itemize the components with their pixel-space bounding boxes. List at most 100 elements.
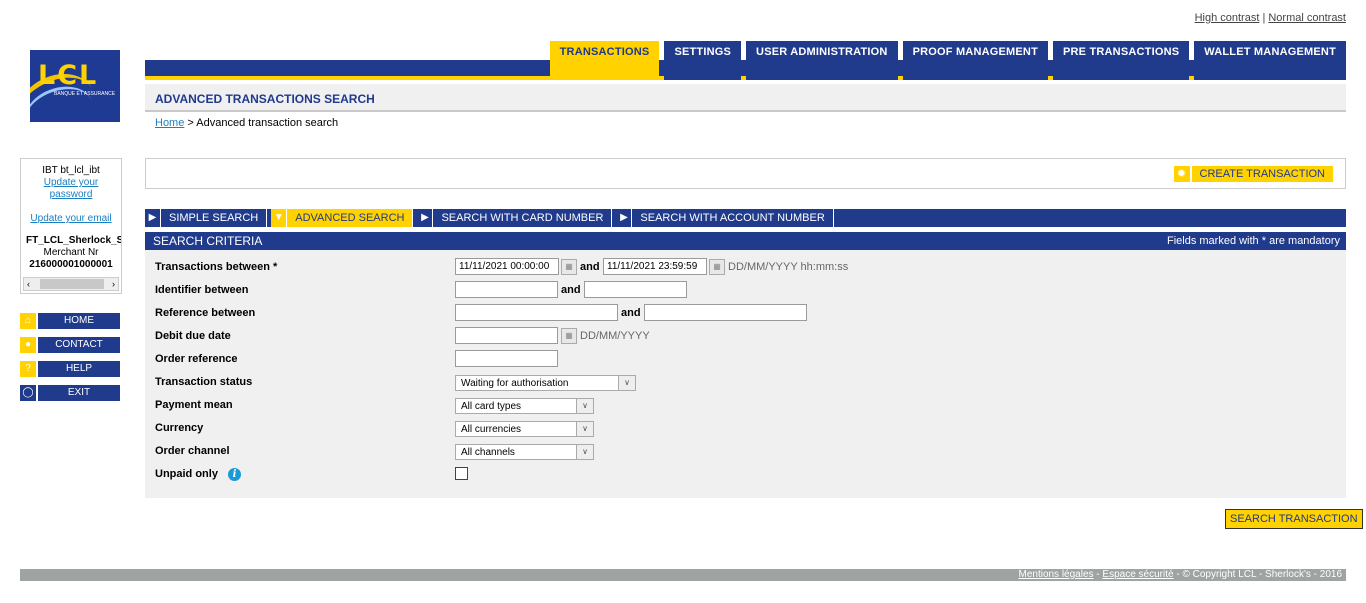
update-password-link[interactable]: Update your password <box>44 177 98 200</box>
calendar-icon[interactable]: ▦ <box>561 259 577 275</box>
reference-to-input[interactable] <box>644 304 807 321</box>
arrow-down-icon: ▼ <box>271 209 288 227</box>
scroll-thumb[interactable] <box>40 279 104 289</box>
debit-due-date-row: Debit due date ▦ DD/MM/YYYY <box>155 327 1335 347</box>
tab-account-number-search-label: SEARCH WITH ACCOUNT NUMBER <box>632 209 834 227</box>
transaction-status-value: Waiting for authorisation <box>461 378 569 389</box>
unpaid-only-row: Unpaid only i <box>155 465 1335 485</box>
create-transaction-bar: ✹ CREATE TRANSACTION <box>145 158 1346 189</box>
sidenav-contact[interactable]: ● CONTACT <box>20 337 120 353</box>
tab-user-administration[interactable]: USER ADMINISTRATION <box>746 41 898 80</box>
order-channel-select[interactable]: All channels ∨ <box>455 444 594 460</box>
tab-wallet-management[interactable]: WALLET MANAGEMENT <box>1194 41 1346 80</box>
side-nav: ⌂ HOME ● CONTACT ? HELP ◯ EXIT <box>20 313 120 409</box>
create-transaction-button[interactable]: ✹ CREATE TRANSACTION <box>1173 166 1333 182</box>
breadcrumb-home-link[interactable]: Home <box>155 117 184 129</box>
tab-transactions[interactable]: TRANSACTIONS <box>549 41 660 80</box>
identifier-to-input[interactable] <box>584 281 687 298</box>
chevron-down-icon: ∨ <box>618 376 635 390</box>
sidenav-help[interactable]: ? HELP <box>20 361 120 377</box>
order-reference-row: Order reference <box>155 350 1335 370</box>
horizontal-scrollbar[interactable]: ‹ › <box>23 277 119 291</box>
transactions-between-label: Transactions between * <box>155 261 278 273</box>
speech-bubble-icon: ● <box>20 337 36 353</box>
lcl-logo[interactable]: LCL BANQUE ET ASSURANCE <box>30 50 120 122</box>
order-channel-label: Order channel <box>155 445 230 457</box>
and-label: and <box>621 307 641 319</box>
normal-contrast-link[interactable]: Normal contrast <box>1268 12 1346 24</box>
currency-value: All currencies <box>461 424 522 435</box>
sidenav-home-label: HOME <box>38 313 120 329</box>
security-link[interactable]: Espace sécurité <box>1102 569 1173 580</box>
tab-settings[interactable]: SETTINGS <box>664 41 742 80</box>
tab-card-number-search-label: SEARCH WITH CARD NUMBER <box>433 209 613 227</box>
currency-select[interactable]: All currencies ∨ <box>455 421 594 437</box>
search-transaction-button[interactable]: SEARCH TRANSACTION <box>1225 509 1363 529</box>
debit-due-date-input[interactable] <box>455 327 558 344</box>
tab-simple-search-label: SIMPLE SEARCH <box>161 209 268 227</box>
transactions-between-row: Transactions between * 11/11/2021 00:00:… <box>155 258 1335 278</box>
tab-proof-management[interactable]: PROOF MANAGEMENT <box>902 41 1048 80</box>
page-title: ADVANCED TRANSACTIONS SEARCH <box>145 84 1346 112</box>
contrast-separator: | <box>1262 12 1266 24</box>
calendar-icon[interactable]: ▦ <box>709 259 725 275</box>
transactions-to-input[interactable]: 11/11/2021 23:59:59 <box>603 258 707 275</box>
reference-between-label: Reference between <box>155 307 256 319</box>
main-tabs: TRANSACTIONS SETTINGS USER ADMINISTRATIO… <box>545 41 1346 80</box>
identifier-from-input[interactable] <box>455 281 558 298</box>
order-reference-label: Order reference <box>155 353 238 365</box>
search-tabs: ▶ SIMPLE SEARCH ▼ ADVANCED SEARCH ▶ SEAR… <box>145 209 1346 227</box>
calendar-icon[interactable]: ▦ <box>561 328 577 344</box>
chevron-down-icon: ∨ <box>576 445 593 459</box>
order-channel-value: All channels <box>461 447 515 458</box>
sparkle-icon: ✹ <box>1173 166 1190 182</box>
transaction-status-select[interactable]: Waiting for authorisation ∨ <box>455 375 636 391</box>
power-icon: ◯ <box>20 385 36 401</box>
user-panel: IBT bt_lcl_ibt Update your password Upda… <box>20 158 122 294</box>
payment-mean-label: Payment mean <box>155 399 233 411</box>
unpaid-only-label: Unpaid only <box>155 468 218 480</box>
merchant-name: FT_LCL_Sherlock_S <box>26 235 122 246</box>
update-email-link[interactable]: Update your email <box>30 213 111 224</box>
reference-between-row: Reference between and <box>155 304 1335 324</box>
high-contrast-link[interactable]: High contrast <box>1195 12 1260 24</box>
tab-advanced-search[interactable]: ▼ ADVANCED SEARCH <box>271 209 414 227</box>
scroll-left-icon[interactable]: ‹ <box>27 278 30 290</box>
logo-text: LCL <box>38 60 99 91</box>
tab-card-number-search[interactable]: ▶ SEARCH WITH CARD NUMBER <box>417 209 613 227</box>
payment-mean-value: All card types <box>461 401 522 412</box>
identifier-between-row: Identifier between and <box>155 281 1335 301</box>
payment-mean-select[interactable]: All card types ∨ <box>455 398 594 414</box>
date-format-hint: DD/MM/YYYY <box>580 330 650 342</box>
tab-advanced-search-label: ADVANCED SEARCH <box>287 209 414 227</box>
transaction-status-row: Transaction status Waiting for authorisa… <box>155 373 1335 393</box>
breadcrumb-current: Advanced transaction search <box>196 117 339 129</box>
create-transaction-label: CREATE TRANSACTION <box>1191 166 1333 182</box>
reference-from-input[interactable] <box>455 304 618 321</box>
tab-pre-transactions[interactable]: PRE TRANSACTIONS <box>1053 41 1190 80</box>
merchant-label: Merchant Nr <box>43 247 99 258</box>
arrow-right-icon: ▶ <box>417 209 434 227</box>
order-reference-input[interactable] <box>455 350 558 367</box>
logo-tagline: BANQUE ET ASSURANCE <box>54 91 116 97</box>
chevron-down-icon: ∨ <box>576 422 593 436</box>
sidenav-exit[interactable]: ◯ EXIT <box>20 385 120 401</box>
transaction-status-label: Transaction status <box>155 376 253 388</box>
tab-simple-search[interactable]: ▶ SIMPLE SEARCH <box>145 209 268 227</box>
and-label: and <box>561 284 581 296</box>
tab-account-number-search[interactable]: ▶ SEARCH WITH ACCOUNT NUMBER <box>616 209 834 227</box>
chevron-down-icon: ∨ <box>576 399 593 413</box>
unpaid-only-checkbox[interactable] <box>455 467 468 480</box>
identifier-between-label: Identifier between <box>155 284 249 296</box>
search-criteria-header: SEARCH CRITERIA Fields marked with * are… <box>145 232 1346 250</box>
currency-row: Currency All currencies ∨ <box>155 419 1335 439</box>
scroll-right-icon[interactable]: › <box>112 278 115 290</box>
transactions-from-input[interactable]: 11/11/2021 00:00:00 <box>455 258 559 275</box>
info-icon[interactable]: i <box>228 468 241 481</box>
datetime-format-hint: DD/MM/YYYY hh:mm:ss <box>728 261 849 273</box>
legal-mentions-link[interactable]: Mentions légales <box>1018 569 1093 580</box>
footer: Mentions légales - Espace sécurité - © C… <box>20 569 1346 581</box>
search-criteria-title: SEARCH CRITERIA <box>153 234 263 248</box>
payment-mean-row: Payment mean All card types ∨ <box>155 396 1335 416</box>
sidenav-home[interactable]: ⌂ HOME <box>20 313 120 329</box>
